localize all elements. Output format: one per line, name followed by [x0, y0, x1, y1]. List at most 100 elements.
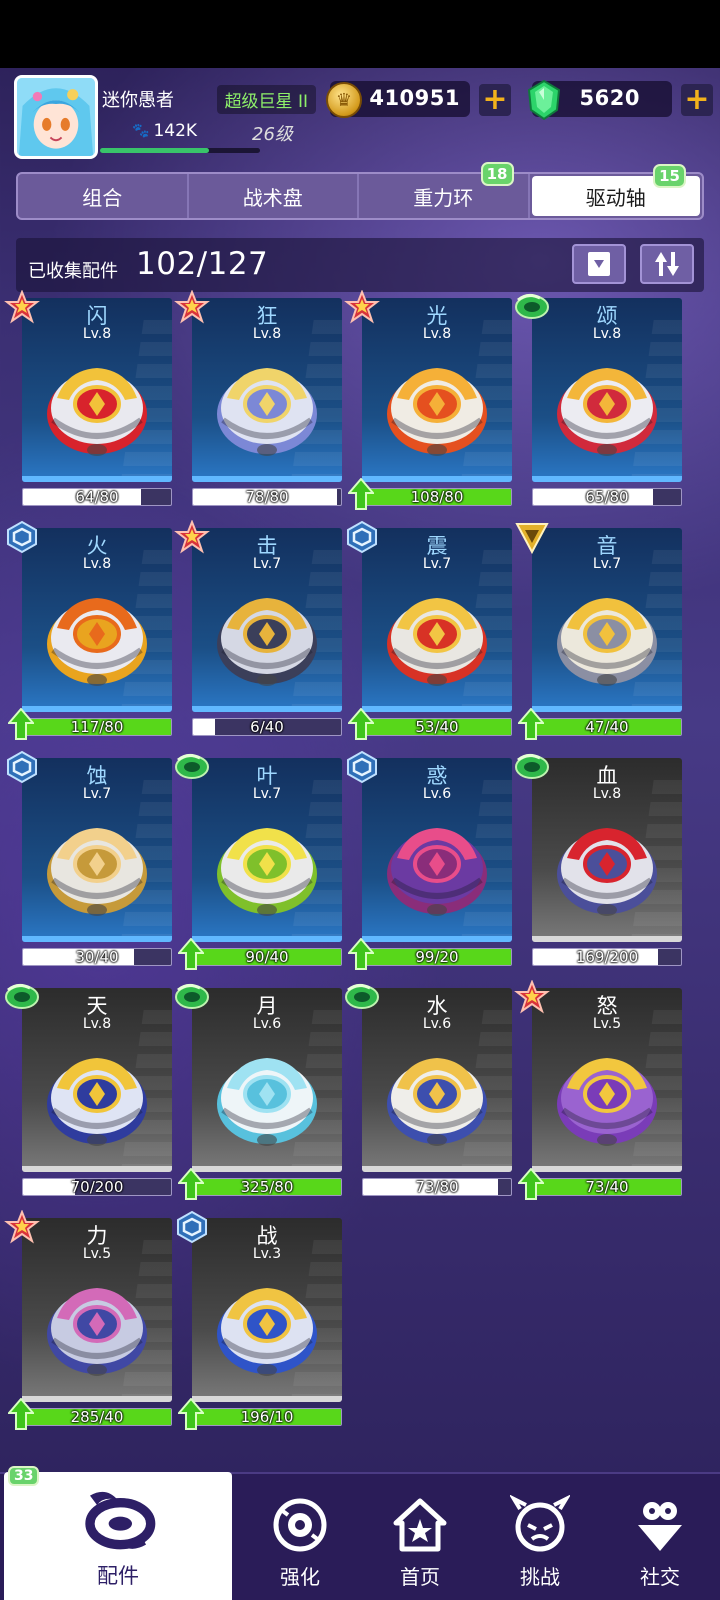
part-level: Lv.8	[82, 556, 112, 572]
tab-label: 组合	[82, 185, 123, 210]
part-progress-bar: 73/40	[532, 1178, 682, 1196]
tab-gravity-ring[interactable]: 重力环 18	[359, 162, 530, 218]
part-card[interactable]: 闪 Lv.8 64/80	[4, 290, 174, 516]
part-image	[47, 1058, 147, 1146]
part-card[interactable]: 光 Lv.8 108/80	[344, 290, 514, 516]
social-icon	[638, 1502, 682, 1551]
part-progress-bar: 70/200	[22, 1178, 172, 1196]
filter-button[interactable]	[572, 244, 626, 284]
parts-grid: 闪 Lv.8 64/80 狂 Lv.8 78/80 光 Lv.8 108/80 颂 Lv.8 65/8…	[4, 290, 700, 1448]
enhance-icon	[273, 1498, 327, 1552]
upgrade-arrow-icon	[8, 1398, 34, 1430]
part-progress-bar: 65/80	[532, 488, 682, 506]
part-card[interactable]: 月 Lv.6 325/80	[175, 983, 344, 1206]
coin-value: 410951	[369, 86, 460, 110]
gem-value: 5620	[579, 86, 640, 110]
part-level: Lv.6	[422, 786, 452, 802]
part-progress-bar: 108/80	[362, 488, 512, 506]
progress-text: 65/80	[585, 488, 629, 506]
part-card[interactable]: 蚀 Lv.7 30/40	[7, 750, 174, 976]
nav-home[interactable]: 首页	[360, 1474, 480, 1600]
part-progress-bar: 169/200	[532, 948, 682, 966]
tab-label: 驱动轴	[585, 185, 646, 210]
part-level: Lv.8	[252, 326, 282, 342]
tab-label: 战术盘	[242, 185, 303, 210]
add-coins-button[interactable]: +	[479, 84, 511, 116]
nav-enhance[interactable]: 强化	[240, 1474, 360, 1600]
part-progress-bar: 30/40	[22, 948, 172, 966]
part-image	[217, 598, 317, 686]
part-level: Lv.6	[252, 1016, 282, 1032]
tab-combo[interactable]: 组合	[18, 174, 189, 218]
tab-badge: 18	[480, 162, 514, 186]
nav-challenge[interactable]: 挑战	[480, 1474, 600, 1600]
part-progress-bar: 78/80	[192, 488, 342, 506]
status-bar	[0, 0, 720, 68]
part-card[interactable]: 惑 Lv.6 99/20	[347, 750, 514, 976]
part-card[interactable]: 颂 Lv.8 65/80	[515, 293, 684, 516]
nav-social[interactable]: 社交	[600, 1474, 720, 1600]
part-card[interactable]: 战 Lv.3 196/10	[177, 1210, 344, 1436]
coin-icon: ♛	[326, 82, 362, 118]
upgrade-arrow-icon	[178, 1398, 204, 1430]
add-gems-button[interactable]: +	[681, 84, 713, 116]
avatar[interactable]	[14, 75, 98, 159]
player-panel: 迷你愚者 超级巨星 II 🐾 142K 26级	[100, 80, 316, 160]
gem-icon	[527, 80, 561, 120]
part-level: Lv.7	[252, 786, 282, 802]
progress-text: 6/40	[250, 718, 284, 736]
part-card[interactable]: 水 Lv.6 73/80	[345, 983, 514, 1206]
challenge-icon	[510, 1495, 570, 1552]
part-card[interactable]: 血 Lv.8 169/200	[515, 753, 684, 976]
exp-fill	[100, 148, 209, 153]
part-image	[557, 1058, 657, 1146]
part-level: Lv.7	[422, 556, 452, 572]
nav-parts[interactable]: 33 配件	[4, 1466, 232, 1600]
part-progress-bar: 99/20	[362, 948, 512, 966]
progress-text: 99/20	[415, 948, 459, 966]
part-level: Lv.6	[422, 1016, 452, 1032]
part-card[interactable]: 怒 Lv.5 73/40	[514, 980, 684, 1206]
progress-text: 108/80	[410, 488, 464, 506]
upgrade-arrow-icon	[518, 1168, 544, 1200]
tab-drive-axis[interactable]: 驱动轴 15	[531, 164, 700, 216]
part-card[interactable]: 狂 Lv.8 78/80	[174, 290, 344, 516]
part-card[interactable]: 叶 Lv.7 90/40	[175, 753, 344, 976]
progress-text: 73/80	[415, 1178, 459, 1196]
part-card[interactable]: 音 Lv.7 47/40	[515, 523, 684, 746]
nav-badge: 33	[8, 1466, 40, 1486]
progress-text: 64/80	[75, 488, 119, 506]
part-card[interactable]: 击 Lv.7 6/40	[174, 520, 344, 746]
part-image	[47, 1288, 147, 1376]
part-image	[557, 368, 657, 456]
progress-text: 70/200	[70, 1178, 124, 1196]
part-image	[217, 368, 317, 456]
nav-label: 强化	[280, 1565, 320, 1589]
part-card[interactable]: 力 Lv.5 285/40	[4, 1210, 174, 1436]
part-level: Lv.8	[592, 326, 622, 342]
sort-button[interactable]	[640, 244, 694, 284]
part-image	[47, 368, 147, 456]
part-card[interactable]: 天 Lv.8 70/200	[5, 983, 174, 1206]
progress-text: 73/40	[585, 1178, 629, 1196]
nav-label: 社交	[640, 1565, 680, 1589]
part-image	[217, 828, 317, 916]
part-level: Lv.7	[82, 786, 112, 802]
part-card[interactable]: 火 Lv.8 117/80	[7, 520, 174, 746]
part-progress-bar: 73/80	[362, 1178, 512, 1196]
collection-count: 102/127	[136, 246, 269, 282]
player-name: 迷你愚者	[102, 90, 174, 111]
part-card[interactable]: 震 Lv.7 53/40	[347, 520, 514, 746]
tab-tactic-disc[interactable]: 战术盘	[189, 174, 359, 218]
part-progress-bar: 53/40	[362, 718, 512, 736]
paw-icon: 🐾	[132, 123, 150, 139]
progress-text: 47/40	[585, 718, 629, 736]
upgrade-arrow-icon	[178, 938, 204, 970]
power-display: 🐾 142K	[132, 121, 197, 141]
progress-text: 169/200	[575, 948, 639, 966]
upgrade-arrow-icon	[178, 1168, 204, 1200]
part-progress-bar: 325/80	[192, 1178, 342, 1196]
part-level: Lv.7	[252, 556, 282, 572]
nav-label: 配件	[97, 1564, 139, 1588]
upgrade-arrow-icon	[8, 708, 34, 740]
